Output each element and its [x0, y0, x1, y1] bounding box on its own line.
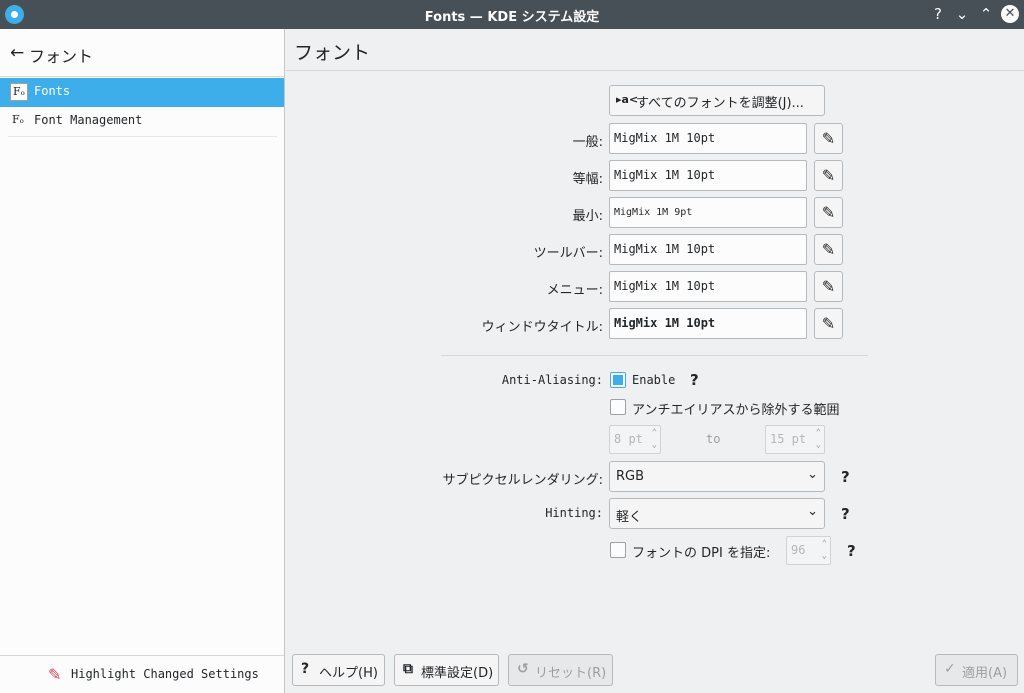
exclude-from-value: 8 pt	[614, 432, 643, 446]
pencil-icon: ✎	[821, 166, 836, 185]
exclude-to-spinbox[interactable]: 15 pt ⌃ ⌄	[765, 425, 825, 454]
hinting-value: 軽く	[616, 510, 643, 525]
header-divider	[286, 70, 1024, 71]
subpixel-rendering-label: サブピクセルレンダリング:	[442, 473, 603, 488]
undo-icon: ↺	[517, 661, 529, 677]
range-to-label: to	[706, 432, 721, 446]
spin-up-icon: ⌃	[651, 428, 657, 438]
defaults-icon: ⧉	[403, 661, 413, 677]
force-dpi-label[interactable]: フォントの DPI を指定:	[632, 542, 770, 561]
sidebar-item-fonts[interactable]: Fₒ Fonts	[0, 78, 284, 107]
close-icon[interactable]: ✕	[1001, 5, 1019, 23]
anti-aliasing-enable-checkbox[interactable]	[610, 372, 626, 388]
toolbar-font-label: ツールバー:	[533, 246, 603, 261]
fixed-width-font-label: 等幅:	[572, 172, 603, 187]
fixed-width-font-field: MigMix 1M 10pt	[609, 160, 807, 191]
sidebar-item-label: Font Management	[34, 113, 143, 127]
apply-button[interactable]: ✓ 適用(A)	[935, 654, 1018, 686]
window-title-font-label: ウィンドウタイトル:	[481, 320, 603, 335]
pencil-icon: ✎	[821, 314, 836, 333]
sidebar-header[interactable]: ← フォント	[0, 29, 284, 77]
window-title: Fonts — KDE システム設定	[424, 10, 600, 25]
hinting-combobox[interactable]: 軽く ⌄	[609, 498, 825, 529]
chevron-down-icon: ⌄	[807, 504, 818, 519]
force-dpi-checkbox[interactable]	[610, 542, 626, 558]
exclude-from-spinbox[interactable]: 8 pt ⌃ ⌄	[609, 425, 661, 454]
font-management-icon: Fₒ	[12, 113, 24, 126]
edit-fixed-width-font-button[interactable]: ✎	[814, 160, 843, 191]
spin-down-icon: ⌄	[815, 440, 821, 450]
small-font-field: MigMix 1M 9pt	[609, 197, 807, 228]
reset-button-label: リセット(R)	[535, 666, 607, 681]
general-font-field: MigMix 1M 10pt	[609, 123, 807, 154]
sidebar-divider	[8, 136, 277, 137]
fonts-icon: Fₒ	[10, 83, 28, 101]
question-icon: ?	[301, 661, 310, 677]
exclude-range-checkbox[interactable]	[610, 399, 626, 415]
back-arrow-icon[interactable]: ←	[10, 43, 24, 63]
defaults-button[interactable]: ⧉ 標準設定(D)	[394, 654, 499, 686]
adjust-all-fonts-label: すべてのフォントを調整(J)...	[636, 96, 804, 111]
sidebar: ← フォント Fₒ Fonts Fₒ Font Management ✎ Hig…	[0, 29, 285, 693]
hinting-label: Hinting:	[545, 506, 603, 520]
chevron-down-icon: ⌄	[807, 467, 818, 482]
pencil-icon: ✎	[821, 240, 836, 259]
spin-arrows[interactable]: ⌃ ⌄	[652, 427, 657, 451]
anti-aliasing-label: Anti-Aliasing:	[501, 373, 603, 387]
help-icon[interactable]: ?	[928, 4, 948, 24]
spin-down-icon: ⌄	[651, 440, 657, 450]
small-font-label: 最小:	[572, 209, 603, 224]
exclude-range-label[interactable]: アンチエイリアスから除外する範囲	[632, 399, 839, 418]
subpixel-rendering-value: RGB	[616, 469, 645, 484]
anti-aliasing-help-icon[interactable]: ?	[690, 371, 699, 389]
spin-down-icon: ⌄	[821, 551, 827, 561]
help-button[interactable]: ? ヘルプ(H)	[292, 654, 385, 686]
edit-window-title-font-button[interactable]: ✎	[814, 308, 843, 339]
anti-aliasing-enable-label[interactable]: Enable	[632, 373, 675, 387]
highlight-changed-settings-button[interactable]: ✎ Highlight Changed Settings	[0, 655, 284, 693]
subpixel-help-icon[interactable]: ?	[841, 468, 850, 486]
spin-arrows[interactable]: ⌃ ⌄	[816, 427, 821, 451]
menu-font-label: メニュー:	[546, 283, 603, 298]
defaults-button-label: 標準設定(D)	[421, 666, 494, 681]
exclude-to-value: 15 pt	[770, 432, 807, 446]
font-adjust-icon: ▸a<	[616, 93, 639, 106]
brush-icon: ✎	[48, 665, 62, 684]
hinting-help-icon[interactable]: ?	[841, 505, 850, 523]
toolbar-font-field: MigMix 1M 10pt	[609, 234, 807, 265]
spin-up-icon: ⌃	[821, 539, 827, 549]
reset-button[interactable]: ↺ リセット(R)	[508, 654, 613, 686]
sidebar-header-label: フォント	[29, 47, 94, 66]
pencil-icon: ✎	[821, 277, 836, 296]
spin-arrows[interactable]: ⌃ ⌄	[822, 538, 827, 562]
subpixel-rendering-combobox[interactable]: RGB ⌄	[609, 461, 825, 492]
help-button-label: ヘルプ(H)	[319, 666, 378, 681]
sidebar-item-label: Fonts	[34, 84, 71, 98]
minimize-icon[interactable]: ⌄	[952, 4, 972, 24]
check-icon: ✓	[944, 661, 956, 677]
spin-up-icon: ⌃	[815, 428, 821, 438]
window-titlebar: Fonts — KDE システム設定 ? ⌄ ⌃ ✕	[0, 0, 1024, 29]
window-title-font-field: MigMix 1M 10pt	[609, 308, 807, 339]
edit-menu-font-button[interactable]: ✎	[814, 271, 843, 302]
edit-general-font-button[interactable]: ✎	[814, 123, 843, 154]
edit-toolbar-font-button[interactable]: ✎	[814, 234, 843, 265]
pencil-icon: ✎	[821, 129, 836, 148]
page-title: フォント	[294, 42, 371, 64]
apply-button-label: 適用(A)	[962, 666, 1008, 681]
general-font-label: 一般:	[572, 135, 603, 150]
adjust-all-fonts-button[interactable]: ▸a< すべてのフォントを調整(J)...	[609, 85, 825, 116]
dpi-help-icon[interactable]: ?	[847, 542, 856, 560]
menu-font-field: MigMix 1M 10pt	[609, 271, 807, 302]
maximize-icon[interactable]: ⌃	[976, 4, 996, 24]
edit-small-font-button[interactable]: ✎	[814, 197, 843, 228]
pencil-icon: ✎	[821, 203, 836, 222]
sidebar-item-font-management[interactable]: Fₒ Font Management	[0, 107, 284, 136]
section-divider	[441, 355, 868, 356]
dpi-value: 96	[791, 543, 806, 557]
dpi-spinbox[interactable]: 96 ⌃ ⌄	[786, 536, 831, 565]
highlight-changed-settings-label: Highlight Changed Settings	[71, 667, 259, 681]
